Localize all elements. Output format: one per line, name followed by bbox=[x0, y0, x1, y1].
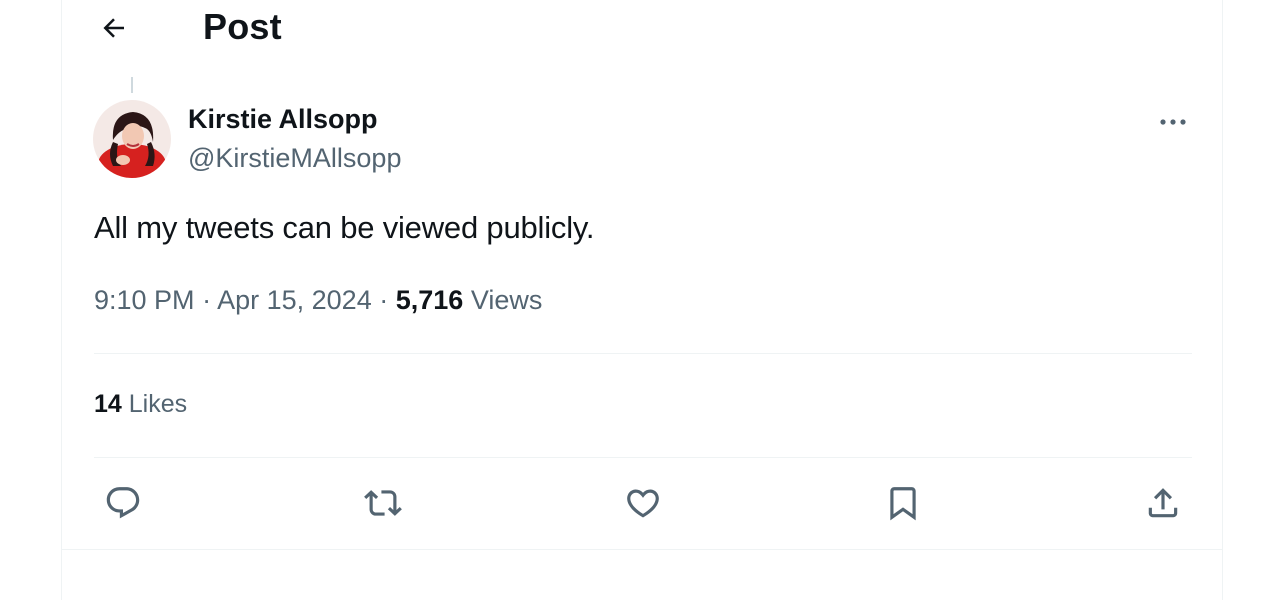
views-count: 5,716 bbox=[395, 285, 464, 315]
arrow-left-icon bbox=[103, 18, 124, 38]
tweet-time[interactable]: 9:10 PM bbox=[94, 285, 195, 315]
thread-connector-line bbox=[131, 77, 133, 93]
author-handle[interactable]: @KirstieMAllsopp bbox=[188, 143, 401, 174]
share-button[interactable] bbox=[1138, 478, 1188, 528]
views-label: Views bbox=[470, 285, 543, 315]
tweet-meta: 9:10 PM · Apr 15, 2024 · 5,716 Views bbox=[94, 285, 542, 316]
likes-link[interactable]: 14 Likes bbox=[94, 390, 187, 419]
share-upload-icon bbox=[1148, 488, 1178, 518]
divider bbox=[94, 457, 1192, 458]
meta-separator: · bbox=[202, 285, 212, 315]
like-button[interactable] bbox=[618, 478, 668, 528]
repost-button[interactable] bbox=[358, 478, 408, 528]
divider bbox=[94, 353, 1192, 354]
post-header: Post bbox=[62, 0, 1222, 56]
likes-label: Likes bbox=[128, 390, 188, 418]
meta-separator: · bbox=[379, 285, 389, 315]
reply-bubble-icon bbox=[106, 487, 140, 519]
tweet-date[interactable]: Apr 15, 2024 bbox=[217, 285, 372, 315]
page-title: Post bbox=[203, 6, 282, 47]
author-display-name[interactable]: Kirstie Allsopp bbox=[188, 104, 378, 135]
avatar[interactable] bbox=[93, 100, 171, 178]
profile-photo bbox=[93, 100, 171, 178]
tweet-text: All my tweets can be viewed publicly. bbox=[94, 210, 595, 245]
action-bar bbox=[62, 478, 1222, 528]
post-detail-column: Post Kirstie Allsopp @KirstieMAllsopp Al… bbox=[61, 0, 1223, 600]
divider bbox=[62, 549, 1222, 550]
more-options-button[interactable] bbox=[1152, 102, 1194, 142]
bookmark-icon bbox=[890, 487, 916, 521]
reply-button[interactable] bbox=[98, 478, 148, 528]
back-button[interactable] bbox=[94, 8, 134, 48]
likes-count: 14 bbox=[94, 390, 122, 418]
repost-icon bbox=[364, 490, 402, 516]
bookmark-button[interactable] bbox=[878, 478, 928, 528]
heart-icon bbox=[627, 489, 659, 518]
ellipsis-icon bbox=[1160, 119, 1186, 125]
